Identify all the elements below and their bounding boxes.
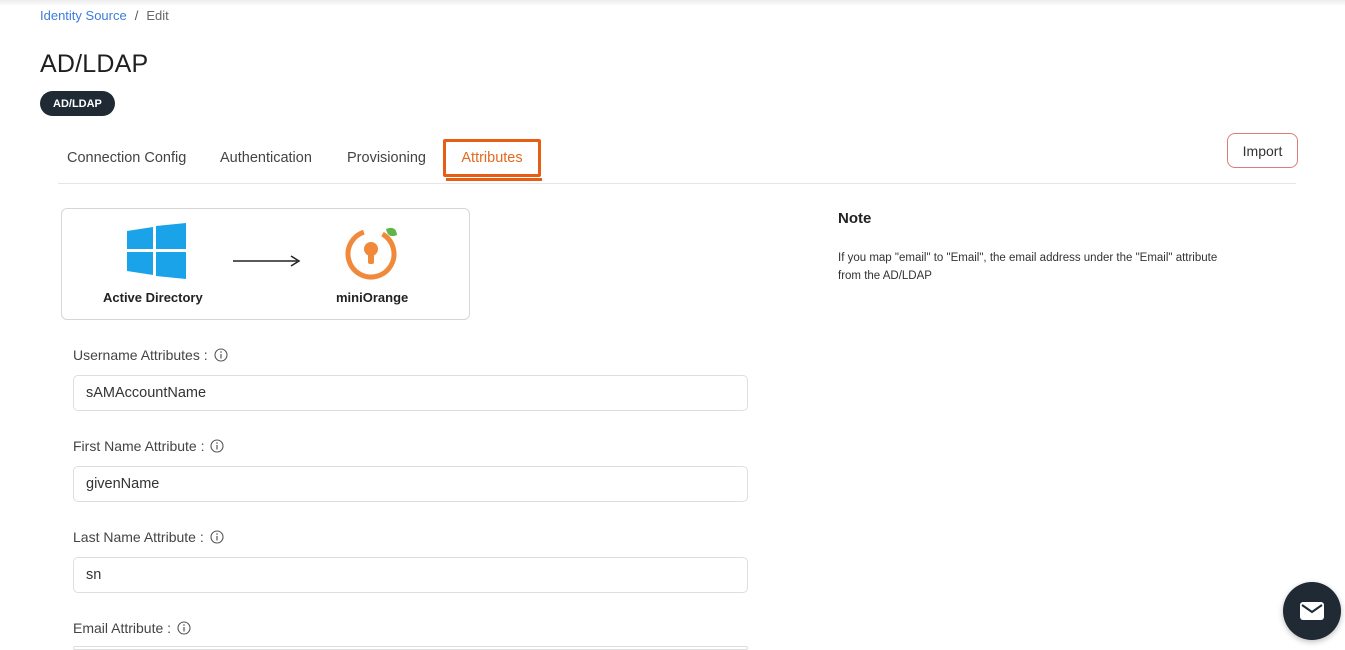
breadcrumb-identity-source-link[interactable]: Identity Source bbox=[40, 8, 127, 23]
breadcrumb-current: Edit bbox=[146, 8, 169, 23]
page-title: AD/LDAP bbox=[40, 50, 149, 78]
tab-attributes[interactable]: Attributes bbox=[443, 139, 541, 177]
tab-bar: Connection Config Authentication Provisi… bbox=[58, 138, 1296, 184]
first-name-attribute-label: First Name Attribute : bbox=[73, 438, 225, 454]
mail-icon bbox=[1300, 602, 1324, 620]
email-attribute-label: Email Attribute : bbox=[73, 620, 191, 636]
target-label: miniOrange bbox=[336, 290, 409, 305]
info-icon[interactable] bbox=[210, 530, 224, 544]
username-attribute-label: Username Attributes : bbox=[73, 347, 228, 363]
email-attribute-input[interactable] bbox=[73, 646, 748, 650]
first-name-attribute-input[interactable] bbox=[73, 466, 748, 502]
note-title: Note bbox=[838, 210, 872, 227]
tab-provisioning[interactable]: Provisioning bbox=[347, 138, 426, 178]
chat-mail-button[interactable] bbox=[1283, 582, 1341, 640]
info-icon[interactable] bbox=[210, 439, 225, 453]
arrow-right-icon bbox=[233, 255, 301, 267]
breadcrumb-separator: / bbox=[134, 8, 139, 23]
import-button[interactable]: Import bbox=[1227, 133, 1298, 168]
note-text: If you map "email" to "Email", the email… bbox=[838, 252, 1218, 282]
source-label: Active Directory bbox=[103, 290, 203, 305]
last-name-attribute-input[interactable] bbox=[73, 557, 748, 593]
first-name-attribute-label-text: First Name Attribute : bbox=[73, 438, 205, 454]
miniorange-logo-icon bbox=[345, 227, 397, 280]
username-attribute-input[interactable] bbox=[73, 375, 748, 411]
breadcrumb: Identity Source / Edit bbox=[40, 8, 169, 23]
top-shadow bbox=[0, 0, 1345, 6]
username-attribute-label-text: Username Attributes : bbox=[73, 347, 208, 363]
last-name-attribute-label-text: Last Name Attribute : bbox=[73, 529, 204, 545]
windows-logo-icon bbox=[127, 223, 186, 279]
email-attribute-label-text: Email Attribute : bbox=[73, 620, 172, 636]
info-icon[interactable] bbox=[177, 621, 191, 635]
type-badge: AD/LDAP bbox=[40, 91, 115, 116]
last-name-attribute-label: Last Name Attribute : bbox=[73, 529, 224, 545]
active-tab-underline bbox=[446, 178, 542, 181]
mapping-card: Active Directory miniOrange bbox=[61, 208, 470, 320]
tab-connection-config[interactable]: Connection Config bbox=[67, 138, 186, 178]
tab-authentication[interactable]: Authentication bbox=[220, 138, 312, 178]
info-icon[interactable] bbox=[214, 348, 228, 362]
